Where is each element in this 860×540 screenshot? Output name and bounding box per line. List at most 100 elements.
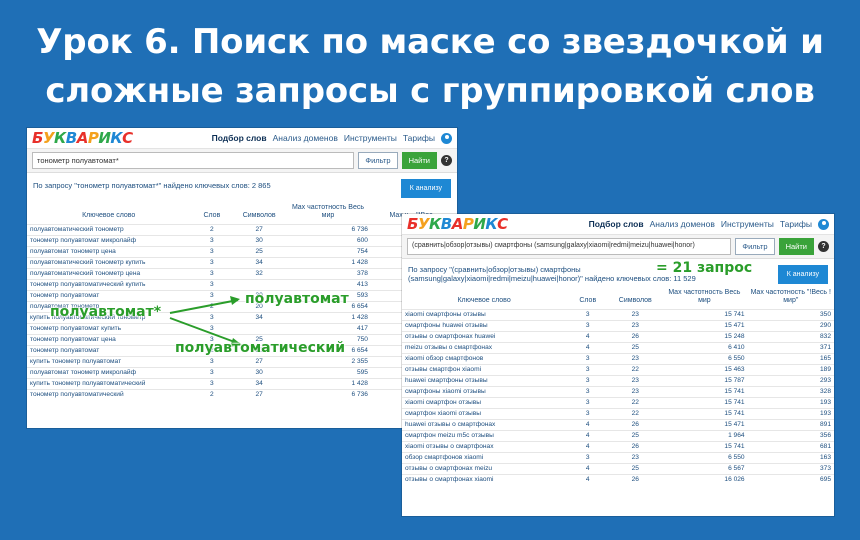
table-row[interactable]: купить тонометр полуавтоматический 3 34 1 4… (27, 378, 457, 390)
table-row[interactable]: тонометр полуавтомат купить 3 417 (27, 323, 457, 335)
find-button[interactable]: Найти (401, 152, 437, 169)
help-icon[interactable]: ? (441, 155, 452, 166)
table-row[interactable]: полуавтоматический тонометр цена 3 32 378 (27, 268, 457, 280)
nav-pricing[interactable]: Тарифы (403, 133, 435, 143)
value-cell (233, 279, 285, 291)
nav-word-selection[interactable]: Подбор слов (212, 133, 267, 143)
to-analysis-button[interactable]: К анализу (400, 179, 451, 198)
column-header[interactable]: Max частотность Весь мир (661, 288, 747, 310)
nav-pricing[interactable]: Тарифы (780, 219, 812, 229)
value-cell: 25 (609, 430, 662, 442)
value-cell: 25 (609, 342, 662, 354)
value-cell: 595 (284, 367, 371, 379)
table-row[interactable]: тонометр полуавтомат микролайф 3 30 600 (27, 235, 457, 247)
search-input[interactable]: тонометр полуавтомат* (32, 152, 355, 169)
table-row[interactable]: тонометр полуавтоматический 2 27 6 736 (27, 389, 457, 400)
value-cell: 4 (566, 463, 610, 475)
nav-domain-analysis[interactable]: Анализ доменов (273, 133, 338, 143)
table-row[interactable]: полуавтоматический тонометр 2 27 6 736 (27, 224, 457, 236)
table-row[interactable]: купить тонометр полуавтомат 3 27 2 355 (27, 356, 457, 368)
table-row[interactable]: смартфон xiaomi отзывы 3 22 15 741 193 (402, 408, 834, 420)
table-row[interactable]: смартфоны xiaomi отзывы 3 23 15 741 328 (402, 386, 834, 398)
value-cell: 378 (284, 268, 371, 280)
find-button[interactable]: Найти (778, 238, 814, 255)
value-cell: 2 (190, 301, 234, 313)
help-icon[interactable]: ? (818, 241, 829, 252)
value-cell: 373 (747, 463, 834, 475)
keyword-cell: смартфоны huawei отзывы (402, 320, 567, 332)
table-row[interactable]: xiaomi смартфон отзывы 3 22 15 741 193 (402, 397, 834, 409)
column-header[interactable]: Max частотность "!Весь !мир" (748, 288, 834, 310)
table-row[interactable]: отзывы смартфон xiaomi 3 22 15 463 189 (402, 364, 834, 376)
table-row[interactable]: xiaomi обзор смартфонов 3 23 6 550 165 (402, 353, 834, 365)
column-header[interactable]: Символов (609, 288, 661, 310)
nav-domain-analysis[interactable]: Анализ доменов (650, 219, 715, 229)
main-nav: Подбор слов Анализ доменов Инструменты Т… (212, 132, 452, 144)
logo-letter: К (429, 215, 441, 233)
value-cell: 3 (190, 323, 234, 335)
keyword-cell: отзывы смартфон xiaomi (402, 364, 567, 376)
filter-button[interactable]: Фильтр (735, 238, 775, 255)
keyword-cell: полуавтоматический тонометр купить (27, 257, 191, 269)
table-row[interactable]: отзывы о смартфонах meizu 4 25 6 567 373 (402, 463, 834, 475)
table-row[interactable]: полуавтомат тонометр микролайф 3 30 595 (27, 367, 457, 379)
table-row[interactable]: полуавтоматический тонометр купить 3 34 1 4… (27, 257, 457, 269)
value-cell: 356 (747, 430, 834, 442)
table-row[interactable]: xiaomi отзывы о смартфонах 4 26 15 741 681 (402, 441, 834, 453)
value-cell: 23 (609, 386, 662, 398)
value-cell: 328 (747, 386, 834, 398)
nav-word-selection[interactable]: Подбор слов (589, 219, 644, 229)
value-cell: 3 (566, 309, 610, 321)
table-row[interactable]: смартфоны huawei отзывы 3 23 15 471 290 (402, 320, 834, 332)
table-row[interactable]: xiaomi смартфоны отзывы 3 23 15 741 350 (402, 309, 834, 321)
table-row[interactable]: meizu отзывы о смартфонах 4 25 6 410 371 (402, 342, 834, 354)
table-row[interactable]: тонометр полуавтомат 3 30 593 (27, 290, 457, 302)
table-row[interactable]: полуавтомат тонометр цена 3 25 754 (27, 246, 457, 258)
table-row[interactable]: huawei смартфоны отзывы 3 23 15 787 293 (402, 375, 834, 387)
bukvariks-logo[interactable]: БУКВАРИКС (32, 129, 133, 147)
column-header[interactable]: Слов (566, 288, 609, 310)
result-summary: По запросу "тонометр полуавтомат*" найде… (27, 173, 457, 198)
main-nav: Подбор слов Анализ доменов Инструменты Т… (589, 218, 829, 230)
keyword-cell: тонометр полуавтомат купить (27, 323, 191, 335)
keyword-cell: смартфоны xiaomi отзывы (402, 386, 567, 398)
keyword-cell: смартфон xiaomi отзывы (402, 408, 567, 420)
table-row[interactable]: обзор смартфонов xiaomi 3 23 6 550 163 (402, 452, 834, 464)
column-header[interactable]: Max частотность Весь мир (285, 203, 371, 225)
value-cell: 4 (566, 419, 610, 431)
value-cell: 34 (233, 257, 285, 269)
value-cell: 3 (566, 397, 610, 409)
logo-letter: К (54, 129, 66, 147)
table-row[interactable]: huawei отзывы о смартфонах 4 26 15 471 891 (402, 419, 834, 431)
keyword-cell: полуавтомат тонометр цена (27, 246, 191, 258)
value-cell: 15 741 (661, 408, 748, 420)
value-cell: 6 567 (661, 463, 748, 475)
nav-tools[interactable]: Инструменты (344, 133, 397, 143)
value-cell: 832 (747, 331, 834, 343)
app-header: БУКВАРИКС Подбор слов Анализ доменов Инс… (402, 214, 834, 235)
user-icon[interactable] (441, 132, 452, 144)
column-header[interactable]: Ключевое слово (402, 288, 566, 310)
column-header[interactable]: Ключевое слово (27, 203, 190, 225)
value-cell: 26 (609, 474, 662, 485)
table-row[interactable]: отзывы о смартфонах huawei 4 26 15 248 832 (402, 331, 834, 343)
value-cell: 30 (233, 367, 285, 379)
search-bar: тонометр полуавтомат* Фильтр Найти ? (27, 149, 457, 173)
column-header[interactable]: Слов (190, 203, 233, 225)
table-row[interactable]: отзывы о смартфонах xiaomi 4 26 16 026 695 (402, 474, 834, 485)
bukvariks-logo[interactable]: БУКВАРИКС (407, 215, 508, 233)
value-cell: 34 (233, 312, 285, 324)
user-icon[interactable] (818, 218, 829, 230)
to-analysis-button[interactable]: К анализу (777, 265, 828, 284)
search-input[interactable]: (сравнить|обзор|отзывы) смартфоны (samsu… (407, 238, 732, 255)
filter-button[interactable]: Фильтр (358, 152, 398, 169)
value-cell: 1 428 (284, 257, 371, 269)
value-cell: 3 (566, 408, 610, 420)
value-cell: 3 (190, 235, 234, 247)
nav-tools[interactable]: Инструменты (721, 219, 774, 229)
column-header[interactable]: Символов (233, 203, 285, 225)
value-cell: 3 (190, 356, 234, 368)
table-row[interactable]: смартфон meizu m5c отзывы 4 25 1 964 356 (402, 430, 834, 442)
value-cell: 6 410 (661, 342, 748, 354)
table-row[interactable]: тонометр полуавтоматический купить 3 413 (27, 279, 457, 291)
